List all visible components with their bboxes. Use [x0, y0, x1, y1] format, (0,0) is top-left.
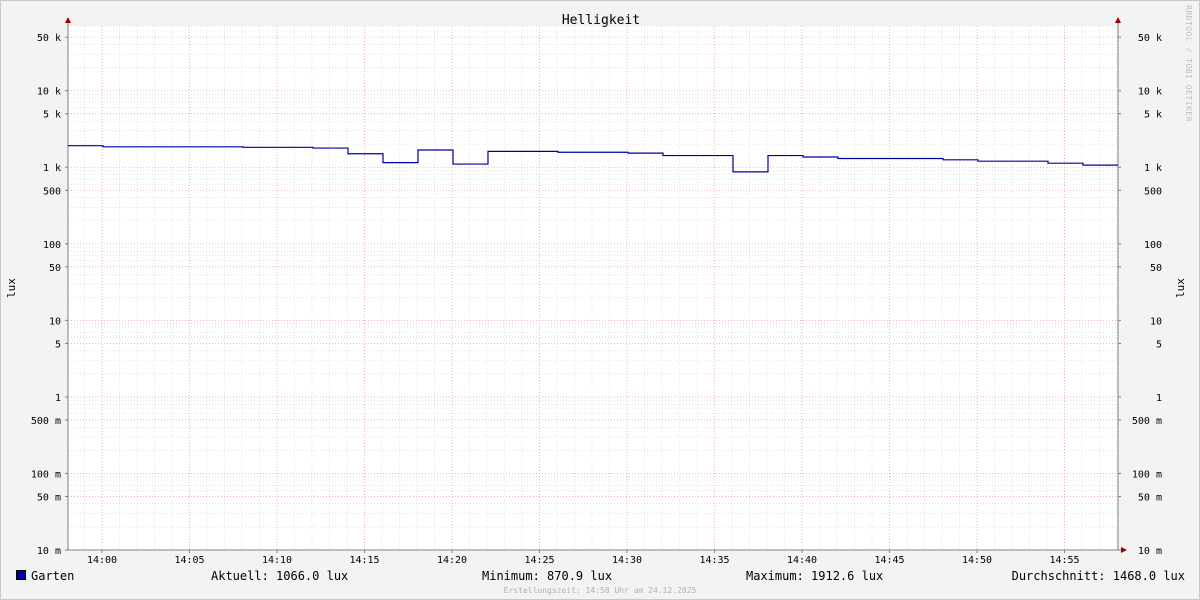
- x-tick-label: 14:40: [787, 555, 817, 566]
- y-tick-label-right: 5: [1156, 339, 1162, 350]
- x-axis-arrow: [1121, 547, 1127, 553]
- stat-maximum: Maximum: 1912.6 lux: [746, 569, 884, 583]
- legend-swatch: [16, 570, 26, 580]
- y-tick-label-left: 10 m: [37, 546, 61, 557]
- y-tick-label-left: 5 k: [43, 110, 61, 121]
- y-tick-label-right: 500 m: [1132, 416, 1162, 427]
- x-tick-label: 14:00: [87, 555, 117, 566]
- legend-row: Garten Aktuell: 1066.0 lux Minimum: 870.…: [1, 567, 1199, 585]
- y-tick-label-right: 50 m: [1138, 492, 1162, 503]
- y-tick-label-left: 500: [43, 186, 61, 197]
- y-tick-label-right: 5 k: [1144, 110, 1162, 121]
- x-tick-label: 14:55: [1049, 555, 1079, 566]
- creation-time-note: Erstellungszeit: 14:58 Uhr am 24.12.2025: [503, 586, 697, 595]
- y-tick-label-right: 500: [1144, 186, 1162, 197]
- x-tick-label: 14:30: [612, 555, 642, 566]
- stat-average: Durchschnitt: 1468.0 lux: [1011, 569, 1185, 583]
- stat-current: Aktuell: 1066.0 lux: [211, 569, 349, 583]
- y-axis-label-right: lux: [1174, 278, 1187, 298]
- y-tick-label-right: 10 m: [1138, 546, 1162, 557]
- x-tick-label: 14:10: [262, 555, 292, 566]
- y-tick-label-right: 10: [1150, 316, 1162, 327]
- y-tick-label-left: 1: [55, 393, 61, 404]
- legend-series-name: Garten: [31, 569, 75, 583]
- y-tick-label-left: 1 k: [43, 163, 61, 174]
- y-tick-label-left: 500 m: [31, 416, 61, 427]
- y-axis-label-left: lux: [5, 278, 18, 298]
- x-tick-label: 14:15: [349, 555, 379, 566]
- chart-canvas: 14:00 14:05 14:10 14:15 14:20 14:25 14:30 14:35…: [5, 13, 1187, 566]
- y-axis-arrow-right: [1115, 17, 1121, 23]
- y-tick-label-left: 50 k: [37, 33, 61, 44]
- y-tick-label-left: 50: [49, 263, 61, 274]
- y-tick-label-right: 50 k: [1138, 33, 1162, 44]
- chart-title: Helligkeit: [562, 13, 640, 28]
- y-tick-label-left: 10 k: [37, 87, 61, 98]
- y-tick-label-left: 5: [55, 339, 61, 350]
- x-tick-label: 14:05: [174, 555, 204, 566]
- y-tick-label-right: 1: [1156, 393, 1162, 404]
- x-tick-label: 14:25: [524, 555, 554, 566]
- rrdtool-watermark: RRDTOOL / TOBI OETIKER: [1184, 5, 1193, 122]
- chart-frame: 14:00 14:05 14:10 14:15 14:20 14:25 14:30 14:35…: [0, 0, 1200, 600]
- x-tick-label: 14:50: [962, 555, 992, 566]
- y-tick-label-left: 100: [43, 240, 61, 251]
- y-tick-label-left: 10: [49, 316, 61, 327]
- x-tick-label: 14:35: [699, 555, 729, 566]
- x-tick-label: 14:20: [437, 555, 467, 566]
- y-tick-label-right: 100: [1144, 240, 1162, 251]
- y-tick-label-right: 50: [1150, 263, 1162, 274]
- y-tick-label-left: 50 m: [37, 492, 61, 503]
- plot-area: [68, 26, 1118, 550]
- y-tick-label-right: 100 m: [1132, 469, 1162, 480]
- stat-minimum: Minimum: 870.9 lux: [482, 569, 613, 583]
- y-tick-label-right: 1 k: [1144, 163, 1162, 174]
- y-axis-arrow-left: [65, 17, 71, 23]
- y-tick-label-left: 100 m: [31, 469, 61, 480]
- x-tick-label: 14:45: [874, 555, 904, 566]
- y-tick-label-right: 10 k: [1138, 87, 1162, 98]
